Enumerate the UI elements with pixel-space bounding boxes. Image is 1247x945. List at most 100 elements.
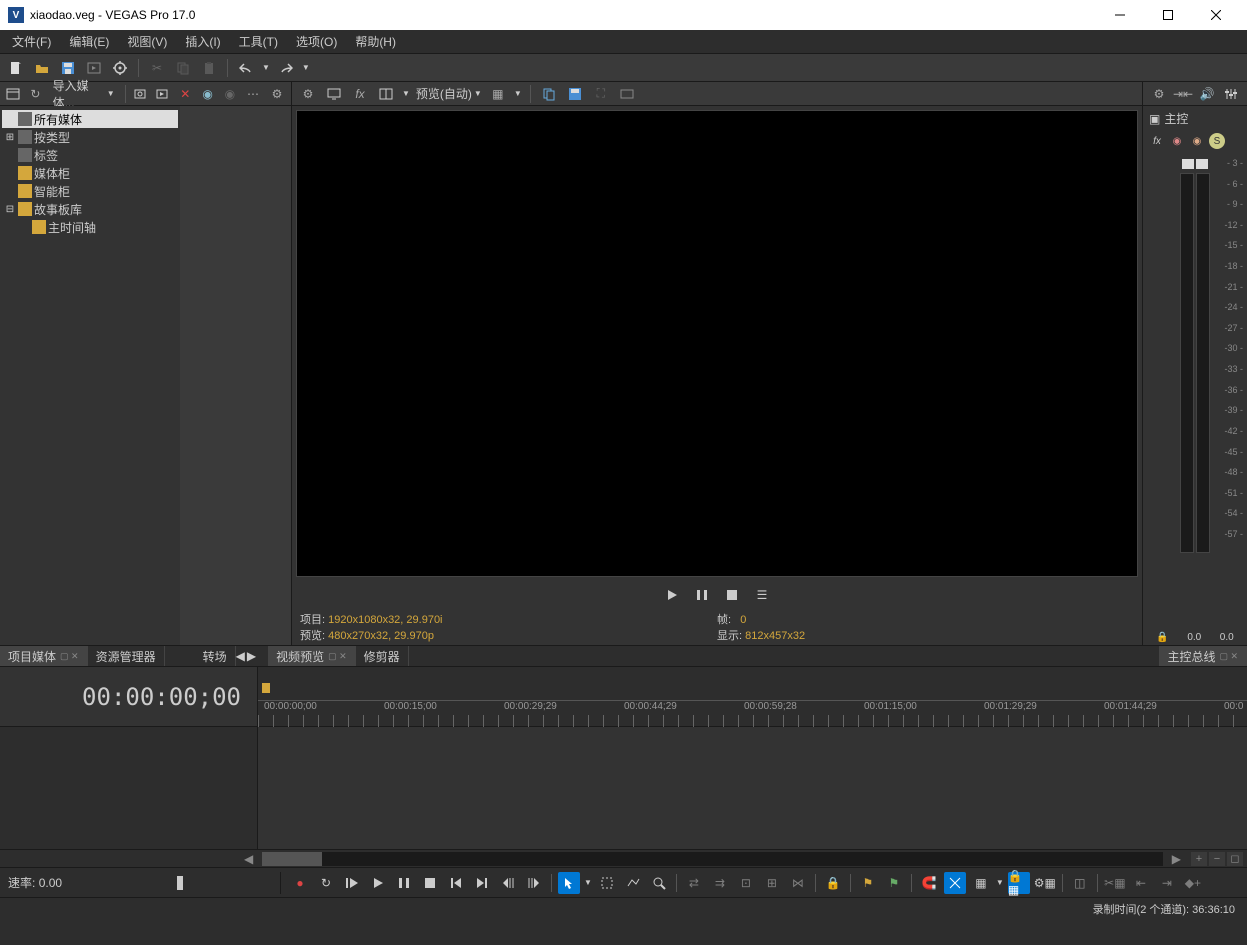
play-from-start-button[interactable] bbox=[341, 872, 363, 894]
menu-help[interactable]: 帮助(H) bbox=[351, 31, 400, 52]
master-solo-button[interactable]: S bbox=[1209, 133, 1225, 149]
master-settings-icon[interactable]: ⚙ bbox=[1149, 84, 1169, 104]
menu-tools[interactable]: 工具(T) bbox=[235, 31, 282, 52]
tab-project-media[interactable]: 项目媒体▢ ✕ bbox=[0, 646, 88, 666]
prev-frame-button[interactable] bbox=[497, 872, 519, 894]
preview-quality-dropdown[interactable]: 预览(自动) ▼ bbox=[416, 85, 482, 102]
tab-next-icon[interactable]: ▶ bbox=[247, 649, 256, 663]
toggle-icon[interactable] bbox=[617, 84, 637, 104]
media-content-area[interactable] bbox=[180, 106, 291, 645]
nest-timeline-button[interactable]: ◫ bbox=[1069, 872, 1091, 894]
menu-insert[interactable]: 插入(I) bbox=[181, 31, 224, 52]
tree-smart-bins[interactable]: 智能柜 bbox=[2, 182, 178, 200]
tracks-area[interactable] bbox=[258, 727, 1247, 849]
timecode-display[interactable]: 00:00:00;00 bbox=[0, 667, 258, 727]
go-end-button[interactable] bbox=[471, 872, 493, 894]
preview-settings-icon[interactable]: ⚙ bbox=[298, 84, 318, 104]
refresh-icon[interactable]: ↻ bbox=[26, 84, 44, 104]
loop-button[interactable]: ↻ bbox=[315, 872, 337, 894]
tree-tags[interactable]: 标签 bbox=[2, 146, 178, 164]
capture-icon[interactable] bbox=[132, 84, 150, 104]
save-snapshot-icon[interactable] bbox=[565, 84, 585, 104]
master-plugin1-icon[interactable]: ◉ bbox=[1169, 133, 1185, 149]
quantize-dropdown[interactable]: ▼ bbox=[996, 878, 1004, 887]
track-headers-area[interactable] bbox=[0, 727, 258, 849]
media-props-icon[interactable] bbox=[4, 84, 22, 104]
split-button[interactable]: ✂▦ bbox=[1104, 872, 1126, 894]
tree-by-type[interactable]: ⊞ 按类型 bbox=[2, 128, 178, 146]
play-button[interactable] bbox=[661, 584, 683, 606]
trim-end-button[interactable]: ⇥ bbox=[1156, 872, 1178, 894]
video-fx-icon[interactable]: fx bbox=[350, 84, 370, 104]
snap-grid-button[interactable] bbox=[944, 872, 966, 894]
maximize-button[interactable] bbox=[1145, 0, 1191, 30]
lock-icon[interactable]: 🔒 bbox=[1156, 632, 1168, 643]
external-monitor-icon[interactable] bbox=[324, 84, 344, 104]
normal-edit-tool[interactable] bbox=[558, 872, 580, 894]
close-button[interactable] bbox=[1193, 0, 1239, 30]
scroll-left-icon[interactable]: ◀ bbox=[244, 852, 253, 866]
menu-options[interactable]: 选项(O) bbox=[292, 31, 341, 52]
get-media-icon[interactable] bbox=[154, 84, 172, 104]
expand-icon[interactable]: ⊞ bbox=[4, 132, 16, 143]
trim-start-button[interactable]: ⇤ bbox=[1130, 872, 1152, 894]
lock-envelopes-button[interactable]: ⊡ bbox=[735, 872, 757, 894]
media-fx2-icon[interactable]: ◉ bbox=[221, 84, 239, 104]
auto-crossfade-button[interactable]: ⋈ bbox=[787, 872, 809, 894]
redo-button[interactable] bbox=[276, 58, 296, 78]
menu-edit[interactable]: 编辑(E) bbox=[65, 31, 113, 52]
mixer-icon[interactable] bbox=[1221, 84, 1241, 104]
scroll-right-icon[interactable]: ▶ bbox=[1172, 852, 1181, 866]
zoom-out-button[interactable]: − bbox=[1209, 852, 1225, 866]
master-plugin2-icon[interactable]: ◉ bbox=[1189, 133, 1205, 149]
ripple-mode-button[interactable]: ⇉ bbox=[709, 872, 731, 894]
pause-button[interactable] bbox=[691, 584, 713, 606]
stop-button[interactable] bbox=[721, 584, 743, 606]
tab-transitions[interactable]: 转场 bbox=[195, 646, 236, 666]
tab-master-bus[interactable]: 主控总线▢ ✕ bbox=[1159, 646, 1247, 666]
dim-icon[interactable]: 🔊 bbox=[1197, 84, 1217, 104]
undo-dropdown[interactable]: ▼ bbox=[262, 63, 270, 72]
master-fx-button[interactable]: fx bbox=[1149, 133, 1165, 149]
copy-snapshot-icon[interactable] bbox=[539, 84, 559, 104]
tree-storyboards[interactable]: ⊟ 故事板库 bbox=[2, 200, 178, 218]
timeline-scrollbar[interactable]: ◀ ▶ bbox=[262, 852, 1163, 866]
rate-slider[interactable] bbox=[140, 875, 220, 891]
selection-tool[interactable] bbox=[596, 872, 618, 894]
tree-main-timeline[interactable]: 主时间轴 bbox=[2, 218, 178, 236]
auto-ripple-button[interactable]: ⇄ bbox=[683, 872, 705, 894]
tree-all-media[interactable]: 所有媒体 bbox=[2, 110, 178, 128]
preview-menu-icon[interactable]: ☰ bbox=[751, 584, 773, 606]
menu-file[interactable]: 文件(F) bbox=[8, 31, 55, 52]
undo-button[interactable] bbox=[236, 58, 256, 78]
redo-dropdown[interactable]: ▼ bbox=[302, 63, 310, 72]
collapse-icon[interactable]: ⊟ bbox=[4, 204, 16, 215]
remove-icon[interactable]: ✕ bbox=[176, 84, 194, 104]
tree-media-bins[interactable]: 媒体柜 bbox=[2, 164, 178, 182]
lock-events-button[interactable]: 🔒 bbox=[822, 872, 844, 894]
copy-button[interactable] bbox=[173, 58, 193, 78]
envelope-tool[interactable] bbox=[622, 872, 644, 894]
scale-icon[interactable]: ⛶ bbox=[591, 84, 611, 104]
overlays-dropdown[interactable]: ▼ bbox=[514, 89, 522, 98]
meter-channel-right[interactable] bbox=[1196, 173, 1210, 553]
add-marker-button[interactable]: ◆+ bbox=[1182, 872, 1204, 894]
tab-prev-icon[interactable]: ◀ bbox=[236, 649, 245, 663]
cut-button[interactable]: ✂ bbox=[147, 58, 167, 78]
pause-transport-button[interactable] bbox=[393, 872, 415, 894]
timeline-settings-button[interactable]: ⚙▦ bbox=[1034, 872, 1056, 894]
minimize-button[interactable] bbox=[1097, 0, 1143, 30]
preview-viewport[interactable] bbox=[296, 110, 1138, 577]
overlays-icon[interactable]: ▦ bbox=[488, 84, 508, 104]
views-icon[interactable]: ⋯ bbox=[243, 84, 263, 104]
zoom-tool[interactable] bbox=[648, 872, 670, 894]
playhead-marker[interactable] bbox=[262, 683, 270, 693]
menu-view[interactable]: 视图(V) bbox=[123, 31, 171, 52]
media-fx-icon[interactable]: ◉ bbox=[198, 84, 216, 104]
meter-toggle-r[interactable] bbox=[1196, 159, 1208, 169]
split-screen-icon[interactable] bbox=[376, 84, 396, 104]
zoom-in-button[interactable]: + bbox=[1191, 852, 1207, 866]
panel-settings-icon[interactable]: ⚙ bbox=[267, 84, 287, 104]
tab-explorer[interactable]: 资源管理器 bbox=[88, 646, 165, 666]
scroll-thumb[interactable] bbox=[262, 852, 322, 866]
